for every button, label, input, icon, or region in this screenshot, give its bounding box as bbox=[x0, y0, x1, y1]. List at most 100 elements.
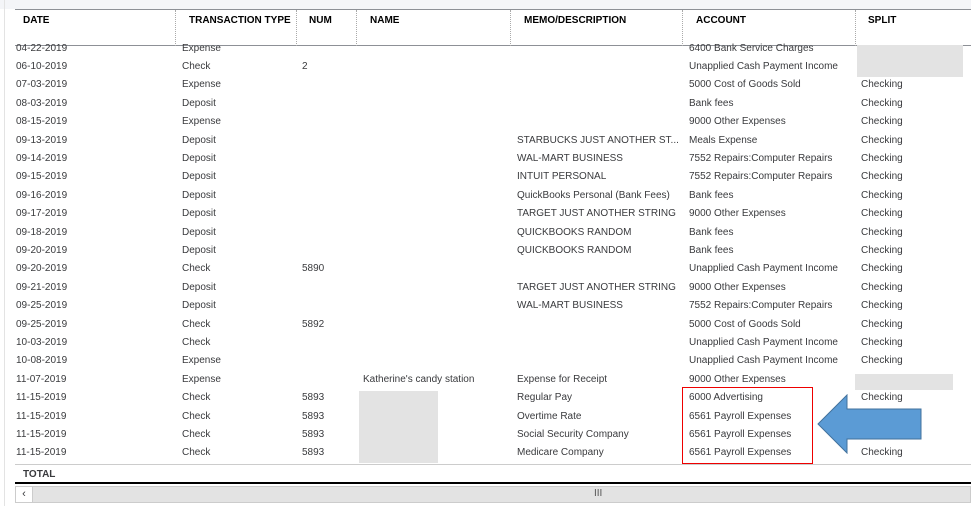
cell-account: Unapplied Cash Payment Income bbox=[689, 355, 838, 367]
cell-memo: Overtime Rate bbox=[517, 410, 582, 422]
cell-memo: Regular Pay bbox=[517, 392, 573, 404]
cell-memo: Social Security Company bbox=[517, 428, 629, 440]
cell-account: Unapplied Cash Payment Income bbox=[689, 263, 838, 275]
cell-transaction-type: Check bbox=[182, 428, 211, 440]
cell-num: 5893 bbox=[302, 447, 325, 459]
cell-transaction-type: Deposit bbox=[182, 152, 216, 164]
table-row[interactable]: 09-20-2019 Deposit QUICKBOOKS RANDOM Bank f… bbox=[0, 243, 971, 261]
cell-split: Checking bbox=[861, 152, 903, 164]
cell-transaction-type: Deposit bbox=[182, 189, 216, 201]
cell-account: 9000 Other Expenses bbox=[689, 208, 786, 220]
table-row[interactable]: 07-03-2019 Expense 5000 Cost of Goods Sold… bbox=[0, 77, 971, 95]
cell-date: 09-18-2019 bbox=[16, 226, 68, 238]
cell-date: 06-10-2019 bbox=[16, 60, 68, 72]
table-row[interactable]: 09-16-2019 Deposit QuickBooks Personal (Ba… bbox=[0, 188, 971, 206]
cell-num: 5890 bbox=[302, 263, 325, 275]
table-row[interactable]: 09-20-2019 Check 5890 Unapplied Cash Paymen… bbox=[0, 261, 971, 279]
cell-date: 11-15-2019 bbox=[16, 392, 67, 404]
scroll-left-button[interactable]: ‹ bbox=[16, 487, 33, 502]
cell-memo: TARGET JUST ANOTHER STRING bbox=[517, 281, 676, 293]
top-band bbox=[0, 0, 971, 9]
cell-transaction-type: Deposit bbox=[182, 281, 216, 293]
table-row[interactable]: 09-15-2019 Deposit INTUIT PERSONAL 7552 Rep… bbox=[0, 169, 971, 187]
cell-split: Checking bbox=[861, 171, 903, 183]
cell-account: Unapplied Cash Payment Income bbox=[689, 60, 838, 72]
cell-split: Checking bbox=[861, 336, 903, 348]
table-row[interactable]: 10-08-2019 Expense Unapplied Cash Payment … bbox=[0, 353, 971, 371]
cell-memo: QuickBooks Personal (Bank Fees) bbox=[517, 189, 670, 201]
cell-transaction-type: Check bbox=[182, 318, 211, 330]
cell-date: 04-22-2019 bbox=[16, 42, 68, 54]
cell-split: Checking bbox=[861, 208, 903, 220]
cell-date: 11-15-2019 bbox=[16, 410, 67, 422]
cell-date: 08-15-2019 bbox=[16, 116, 68, 128]
cell-transaction-type: Deposit bbox=[182, 226, 216, 238]
cell-date: 09-13-2019 bbox=[16, 134, 68, 146]
cell-memo: QUICKBOOKS RANDOM bbox=[517, 244, 632, 256]
cell-split: Checking bbox=[861, 244, 903, 256]
horizontal-scrollbar[interactable]: ‹ III bbox=[15, 486, 971, 503]
cell-account: 9000 Other Expenses bbox=[689, 281, 786, 293]
cell-date: 10-03-2019 bbox=[16, 336, 68, 348]
cell-account: 7552 Repairs:Computer Repairs bbox=[689, 152, 833, 164]
cell-split: Checking bbox=[861, 116, 903, 128]
cell-date: 09-20-2019 bbox=[16, 244, 68, 256]
cell-transaction-type: Deposit bbox=[182, 97, 216, 109]
cell-date: 09-25-2019 bbox=[16, 300, 68, 312]
cell-num: 5893 bbox=[302, 410, 325, 422]
cell-account: Bank fees bbox=[689, 97, 734, 109]
arrow-left-icon bbox=[817, 394, 922, 454]
cell-transaction-type: Expense bbox=[182, 116, 221, 128]
cell-memo: INTUIT PERSONAL bbox=[517, 171, 607, 183]
table-row[interactable]: 08-03-2019 Deposit Bank fees Checking bbox=[0, 96, 971, 114]
table-row[interactable]: 09-18-2019 Deposit QUICKBOOKS RANDOM Bank f… bbox=[0, 225, 971, 243]
table-row[interactable]: 11-07-2019 Expense Katherine's candy stati… bbox=[0, 372, 971, 390]
table-row[interactable]: 09-14-2019 Deposit WAL-MART BUSINESS 7552 R… bbox=[0, 151, 971, 169]
cell-transaction-type: Deposit bbox=[182, 244, 216, 256]
cell-split: Checking bbox=[861, 300, 903, 312]
cell-date: 07-03-2019 bbox=[16, 79, 68, 91]
cell-num: 5893 bbox=[302, 428, 325, 440]
table-row[interactable]: 06-10-2019 Check 2 Unapplied Cash Payment I… bbox=[0, 59, 971, 77]
cell-transaction-type: Expense bbox=[182, 79, 221, 91]
cell-account: 9000 Other Expenses bbox=[689, 373, 786, 385]
table-row[interactable]: 04-22-2019 Expense 6400 Bank Service Charg… bbox=[0, 41, 971, 59]
cell-date: 10-08-2019 bbox=[16, 355, 68, 367]
cell-transaction-type: Deposit bbox=[182, 134, 216, 146]
cell-date: 09-20-2019 bbox=[16, 263, 68, 275]
table-row[interactable]: 09-25-2019 Check 5892 5000 Cost of Goods So… bbox=[0, 317, 971, 335]
cell-date: 09-25-2019 bbox=[16, 318, 68, 330]
table-row[interactable]: 09-25-2019 Deposit WAL-MART BUSINESS 7552 R… bbox=[0, 298, 971, 316]
cell-num: 2 bbox=[302, 60, 308, 72]
cell-account: Bank fees bbox=[689, 226, 734, 238]
cell-transaction-type: Check bbox=[182, 60, 211, 72]
table-row[interactable]: 10-03-2019 Check Unapplied Cash Payment In… bbox=[0, 335, 971, 353]
cell-split: Checking bbox=[861, 226, 903, 238]
cell-memo: QUICKBOOKS RANDOM bbox=[517, 226, 632, 238]
cell-account: 7552 Repairs:Computer Repairs bbox=[689, 300, 833, 312]
cell-date: 09-16-2019 bbox=[16, 189, 68, 201]
cell-num: 5892 bbox=[302, 318, 325, 330]
cell-num: 5893 bbox=[302, 392, 325, 404]
cell-date: 08-03-2019 bbox=[16, 97, 68, 109]
cell-memo: Expense for Receipt bbox=[517, 373, 608, 385]
cell-account: 6400 Bank Service Charges bbox=[689, 42, 814, 54]
cell-memo: STARBUCKS JUST ANOTHER ST... bbox=[517, 134, 679, 146]
cell-memo: WAL-MART BUSINESS bbox=[517, 152, 623, 164]
cell-date: 09-21-2019 bbox=[16, 281, 68, 293]
cell-account: 5000 Cost of Goods Sold bbox=[689, 79, 801, 91]
cell-split: Checking bbox=[861, 79, 903, 91]
scroll-grip-icon[interactable]: III bbox=[594, 488, 602, 499]
table-row[interactable]: 08-15-2019 Expense 9000 Other Expenses Chec… bbox=[0, 114, 971, 132]
cell-account: Bank fees bbox=[689, 244, 734, 256]
cell-date: 09-14-2019 bbox=[16, 152, 68, 164]
highlight-box bbox=[682, 387, 813, 464]
table-row[interactable]: 09-13-2019 Deposit STARBUCKS JUST ANOTHER … bbox=[0, 133, 971, 151]
cell-split: Checking bbox=[861, 134, 903, 146]
cell-transaction-type: Expense bbox=[182, 42, 221, 54]
cell-memo: Medicare Company bbox=[517, 447, 604, 459]
table-row[interactable]: 09-21-2019 Deposit TARGET JUST ANOTHER STR… bbox=[0, 280, 971, 298]
cell-date: 11-15-2019 bbox=[16, 447, 67, 459]
table-row[interactable]: 09-17-2019 Deposit TARGET JUST ANOTHER STR… bbox=[0, 206, 971, 224]
cell-account: 9000 Other Expenses bbox=[689, 116, 786, 128]
